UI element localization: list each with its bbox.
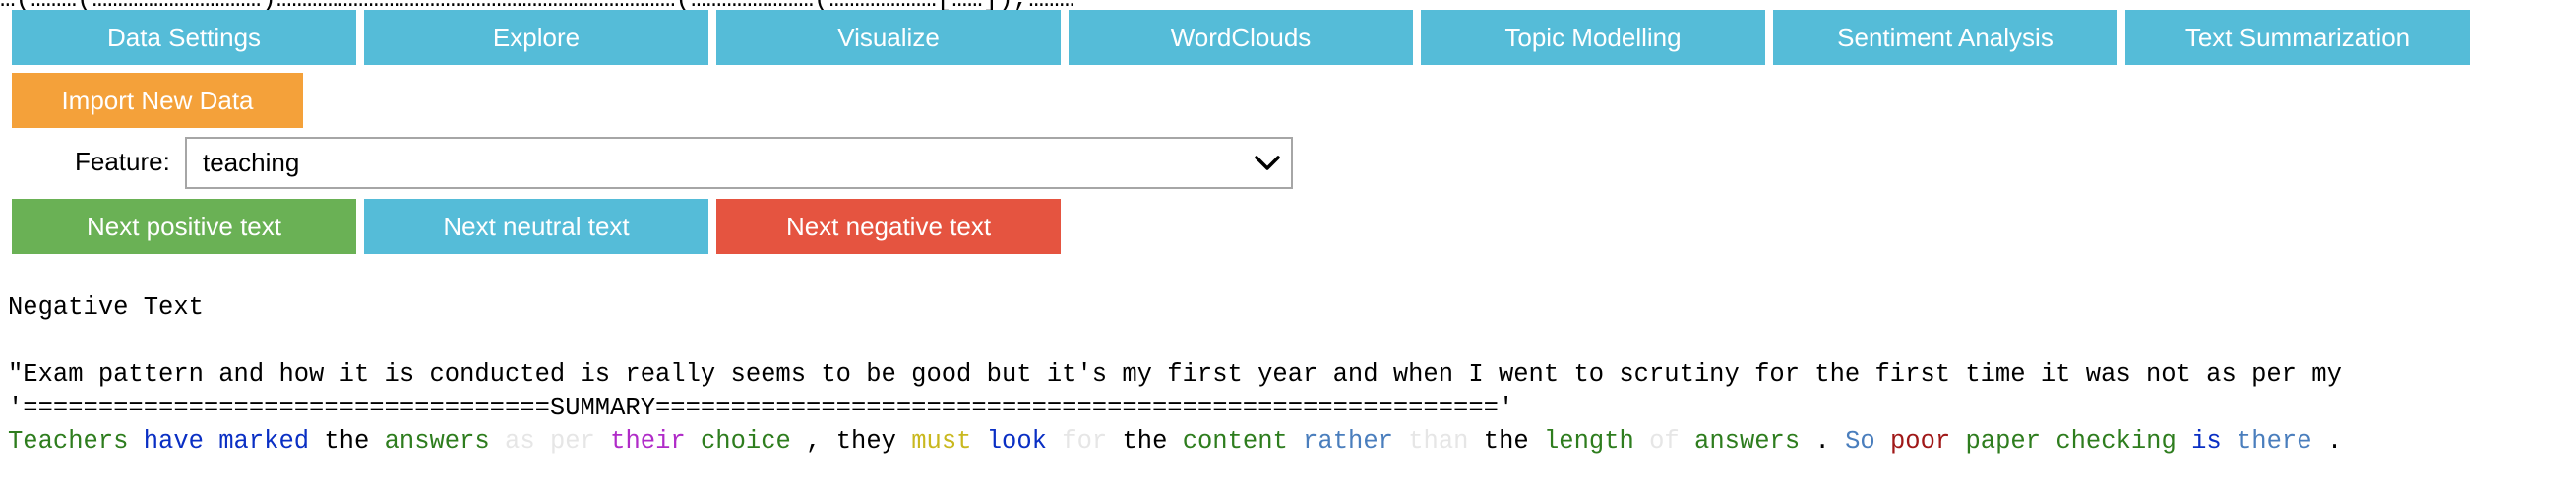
output-heading: Negative Text bbox=[8, 293, 204, 322]
next-negative-text-button[interactable]: Next negative text bbox=[716, 199, 1061, 254]
summary-word: Teachers bbox=[8, 427, 144, 456]
summary-word: look bbox=[986, 427, 1063, 456]
next-neutral-text-button[interactable]: Next neutral text bbox=[364, 199, 708, 254]
summary-word: of bbox=[1649, 427, 1695, 456]
tab-wordclouds[interactable]: WordClouds bbox=[1069, 10, 1413, 65]
summary-colored-words: Teachers have marked the answers as per … bbox=[8, 426, 2576, 458]
feature-select-value: teaching bbox=[203, 148, 300, 177]
summary-word: . bbox=[1814, 427, 1846, 456]
tab-topic-modelling[interactable]: Topic Modelling bbox=[1421, 10, 1765, 65]
summary-word: for bbox=[1062, 427, 1123, 456]
summary-word: as bbox=[505, 427, 550, 456]
summary-word: their bbox=[610, 427, 701, 456]
summary-word: . bbox=[2326, 427, 2343, 456]
summary-word: per bbox=[549, 427, 611, 456]
import-new-data-button[interactable]: Import New Data bbox=[12, 73, 303, 128]
feature-select[interactable]: teaching bbox=[185, 137, 1293, 189]
summary-word: So bbox=[1845, 427, 1890, 456]
summary-word: poor bbox=[1889, 427, 1966, 456]
summary-word: have bbox=[143, 427, 219, 456]
summary-word: the bbox=[324, 427, 385, 456]
chevron-down-icon bbox=[1255, 155, 1280, 170]
summary-word: there bbox=[2236, 427, 2327, 456]
summary-word: length bbox=[1543, 427, 1650, 456]
tab-text-summarization[interactable]: Text Summarization bbox=[2125, 10, 2470, 65]
summary-word: answers bbox=[1694, 427, 1815, 456]
summary-word: marked bbox=[218, 427, 325, 456]
tab-visualize[interactable]: Visualize bbox=[716, 10, 1061, 65]
feature-label: Feature: bbox=[75, 147, 170, 176]
summary-word: they bbox=[835, 427, 912, 456]
summary-word: paper bbox=[1965, 427, 2056, 456]
tab-sentiment-analysis[interactable]: Sentiment Analysis bbox=[1773, 10, 2117, 65]
summary-word: content bbox=[1182, 427, 1304, 456]
next-positive-text-button[interactable]: Next positive text bbox=[12, 199, 356, 254]
summary-word: the bbox=[1483, 427, 1544, 456]
tab-explore[interactable]: Explore bbox=[364, 10, 708, 65]
summary-word: must bbox=[911, 427, 987, 456]
summary-word: the bbox=[1122, 427, 1183, 456]
summary-word: than bbox=[1408, 427, 1484, 456]
clipped-code-line: …(………(……………………………)…………………………………………………………… bbox=[0, 0, 2576, 10]
summary-divider: '===================================SUMM… bbox=[8, 394, 1514, 422]
summary-word: is bbox=[2191, 427, 2237, 456]
summary-word: choice bbox=[700, 427, 807, 456]
original-text: "Exam pattern and how it is conducted is… bbox=[8, 360, 2342, 389]
summary-word: answers bbox=[384, 427, 506, 456]
summary-word: , bbox=[806, 427, 836, 456]
summary-word: checking bbox=[2055, 427, 2192, 456]
summary-word: rather bbox=[1303, 427, 1409, 456]
tab-data-settings[interactable]: Data Settings bbox=[12, 10, 356, 65]
